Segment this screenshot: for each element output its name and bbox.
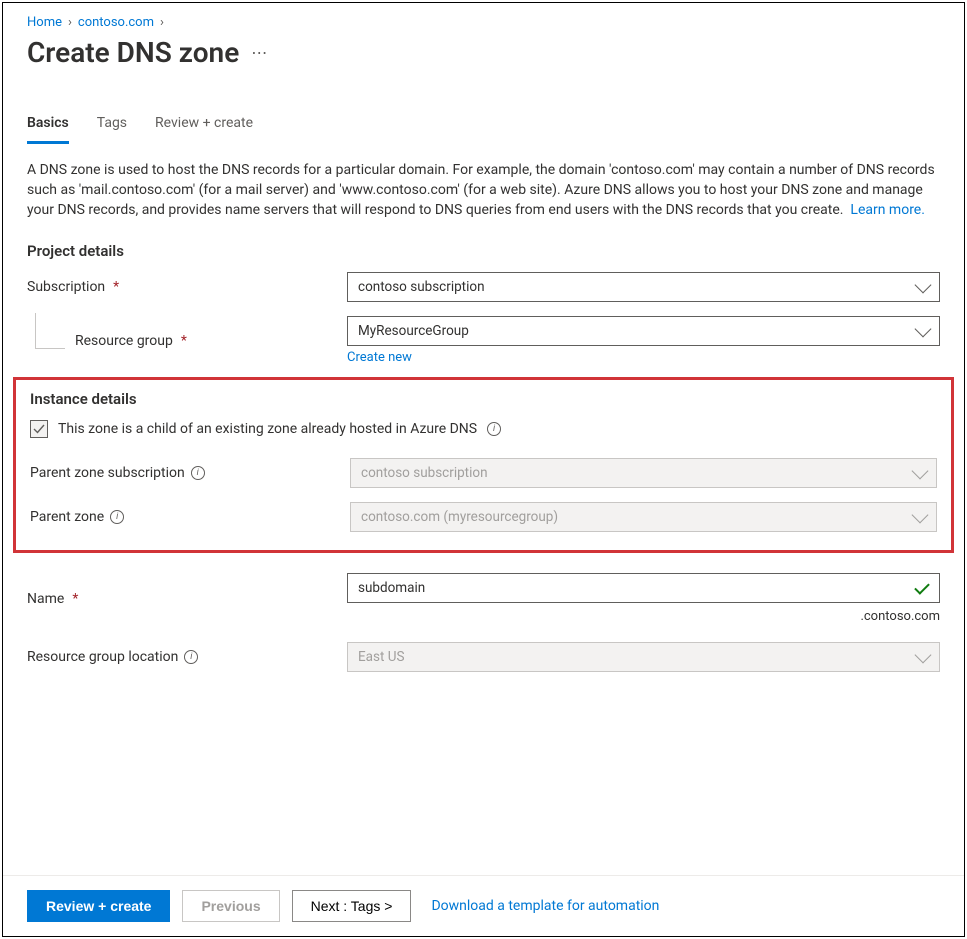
next-button[interactable]: Next : Tags > [292, 890, 412, 922]
info-icon[interactable]: i [184, 650, 198, 664]
child-zone-checkbox[interactable] [30, 420, 48, 438]
info-icon[interactable]: i [487, 422, 501, 436]
tab-basics[interactable]: Basics [27, 109, 69, 144]
info-icon[interactable]: i [191, 466, 205, 480]
parent-sub-label: Parent zone subscription i [30, 465, 350, 481]
name-label: Name* [27, 591, 347, 607]
review-create-button[interactable]: Review + create [27, 890, 170, 922]
page-title: Create DNS zone [27, 36, 239, 69]
chevron-right-icon: › [160, 15, 164, 30]
tab-review-create[interactable]: Review + create [155, 109, 253, 144]
chevron-down-icon [915, 646, 932, 663]
previous-button: Previous [182, 890, 279, 922]
instance-details-highlight: Instance details This zone is a child of… [13, 377, 954, 553]
instance-details-heading: Instance details [30, 390, 937, 408]
location-value: East US [358, 649, 405, 665]
parent-zone-label: Parent zone i [30, 509, 350, 525]
name-input[interactable]: subdomain [347, 573, 940, 603]
resource-group-label: Resource group* [27, 333, 347, 349]
learn-more-link[interactable]: Learn more. [850, 202, 925, 218]
breadcrumb-home[interactable]: Home [27, 15, 62, 30]
chevron-down-icon [915, 320, 932, 337]
chevron-right-icon: › [68, 15, 72, 30]
tabs: Basics Tags Review + create [27, 109, 940, 144]
description-text: A DNS zone is used to host the DNS recor… [27, 160, 940, 220]
location-label: Resource group location i [27, 649, 347, 665]
parent-zone-value: contoso.com (myresourcegroup) [361, 509, 558, 525]
chevron-down-icon [915, 276, 932, 293]
breadcrumb: Home › contoso.com › [27, 15, 940, 30]
chevron-down-icon [912, 462, 929, 479]
parent-sub-select: contoso subscription [350, 458, 937, 488]
child-zone-checkbox-label: This zone is a child of an existing zone… [58, 421, 477, 437]
info-icon[interactable]: i [110, 510, 124, 524]
parent-sub-value: contoso subscription [361, 465, 488, 481]
subscription-value: contoso subscription [358, 279, 485, 295]
name-value: subdomain [358, 580, 425, 596]
download-template-link[interactable]: Download a template for automation [431, 898, 659, 914]
more-actions-icon[interactable]: ⋯ [251, 43, 269, 62]
create-new-link[interactable]: Create new [347, 350, 940, 365]
check-icon [914, 579, 930, 595]
project-details-heading: Project details [27, 242, 940, 260]
name-suffix: .contoso.com [347, 609, 940, 624]
check-icon [33, 423, 45, 435]
resource-group-value: MyResourceGroup [358, 323, 469, 339]
subscription-label: Subscription* [27, 279, 347, 295]
tab-tags[interactable]: Tags [97, 109, 127, 144]
footer: Review + create Previous Next : Tags > D… [3, 875, 964, 936]
subscription-select[interactable]: contoso subscription [347, 272, 940, 302]
chevron-down-icon [912, 506, 929, 523]
breadcrumb-contoso[interactable]: contoso.com [78, 15, 154, 30]
location-select: East US [347, 642, 940, 672]
resource-group-select[interactable]: MyResourceGroup [347, 316, 940, 346]
parent-zone-select: contoso.com (myresourcegroup) [350, 502, 937, 532]
